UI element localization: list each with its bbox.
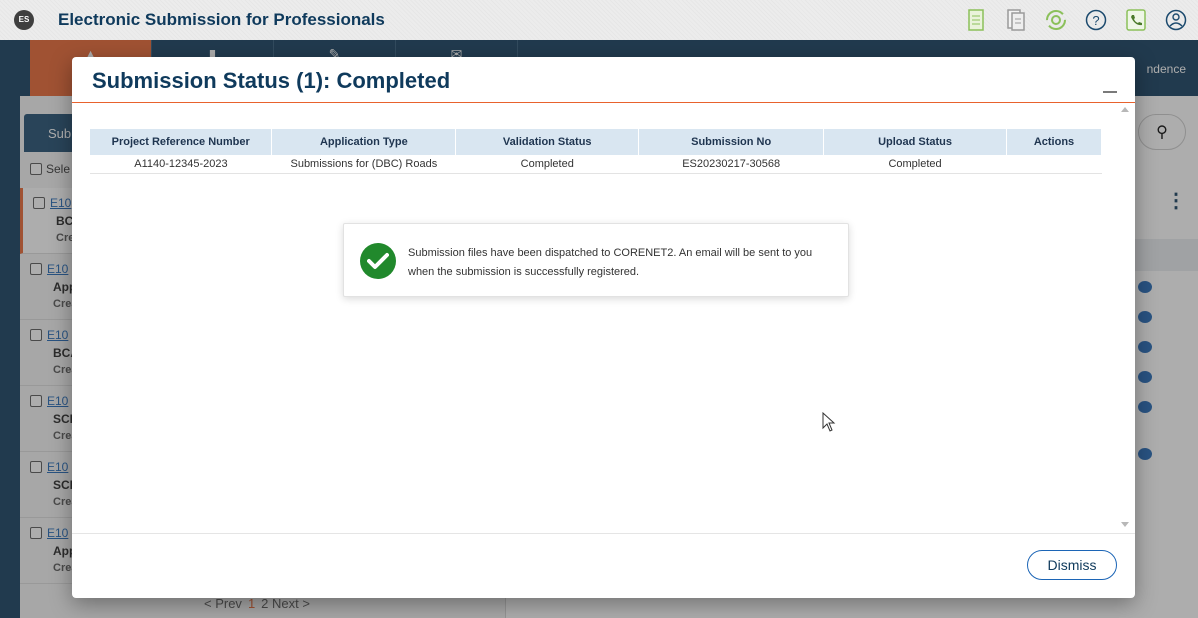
phone-icon[interactable]	[1124, 8, 1148, 32]
check-circle-icon	[360, 243, 396, 279]
title-bar: ES Electronic Submission for Professiona…	[0, 0, 1198, 40]
actions-cell	[1006, 155, 1102, 174]
scroll-up-arrow-icon[interactable]	[1121, 107, 1129, 112]
toolbar-icons: ?	[964, 8, 1188, 32]
column-header: Actions	[1006, 129, 1103, 155]
mouse-cursor-icon	[822, 411, 836, 437]
svg-text:?: ?	[1092, 13, 1099, 28]
documents-icon[interactable]	[1004, 8, 1028, 32]
dialog-header: Submission Status (1): Completed	[72, 57, 1135, 103]
upload-status-cell: Completed	[823, 155, 1007, 174]
help-icon[interactable]: ?	[1084, 8, 1108, 32]
app-title: Electronic Submission for Professionals	[58, 10, 385, 29]
table-header-row: Project Reference Number Application Typ…	[90, 129, 1103, 155]
column-header: Submission No	[638, 129, 825, 155]
column-header: Upload Status	[823, 129, 1007, 155]
column-header: Validation Status	[455, 129, 640, 155]
success-notification: Submission files have been dispatched to…	[343, 223, 849, 297]
app-logo: ES	[14, 10, 34, 30]
submission-status-dialog: Submission Status (1): Completed Project…	[72, 57, 1135, 598]
table-row: A1140-12345-2023 Submissions for (DBC) R…	[90, 155, 1102, 174]
minimize-icon[interactable]	[1103, 91, 1117, 93]
user-icon[interactable]	[1164, 8, 1188, 32]
application-type-cell: Submissions for (DBC) Roads	[271, 155, 456, 174]
dialog-footer-divider	[72, 533, 1135, 534]
submission-status-table: Project Reference Number Application Typ…	[90, 129, 1103, 174]
column-header: Application Type	[271, 129, 457, 155]
validation-status-cell: Completed	[455, 155, 639, 174]
refresh-icon[interactable]	[1044, 8, 1068, 32]
dismiss-button[interactable]: Dismiss	[1027, 550, 1117, 580]
submission-no-cell: ES20230217-30568	[638, 155, 824, 174]
scroll-down-arrow-icon[interactable]	[1121, 522, 1129, 527]
project-ref-cell: A1140-12345-2023	[90, 155, 272, 174]
document-icon[interactable]	[964, 8, 988, 32]
dialog-scrollbar[interactable]	[1119, 107, 1131, 527]
column-header: Project Reference Number	[90, 129, 273, 155]
dialog-title: Submission Status (1): Completed	[92, 68, 451, 93]
notification-message: Submission files have been dispatched to…	[408, 247, 813, 278]
